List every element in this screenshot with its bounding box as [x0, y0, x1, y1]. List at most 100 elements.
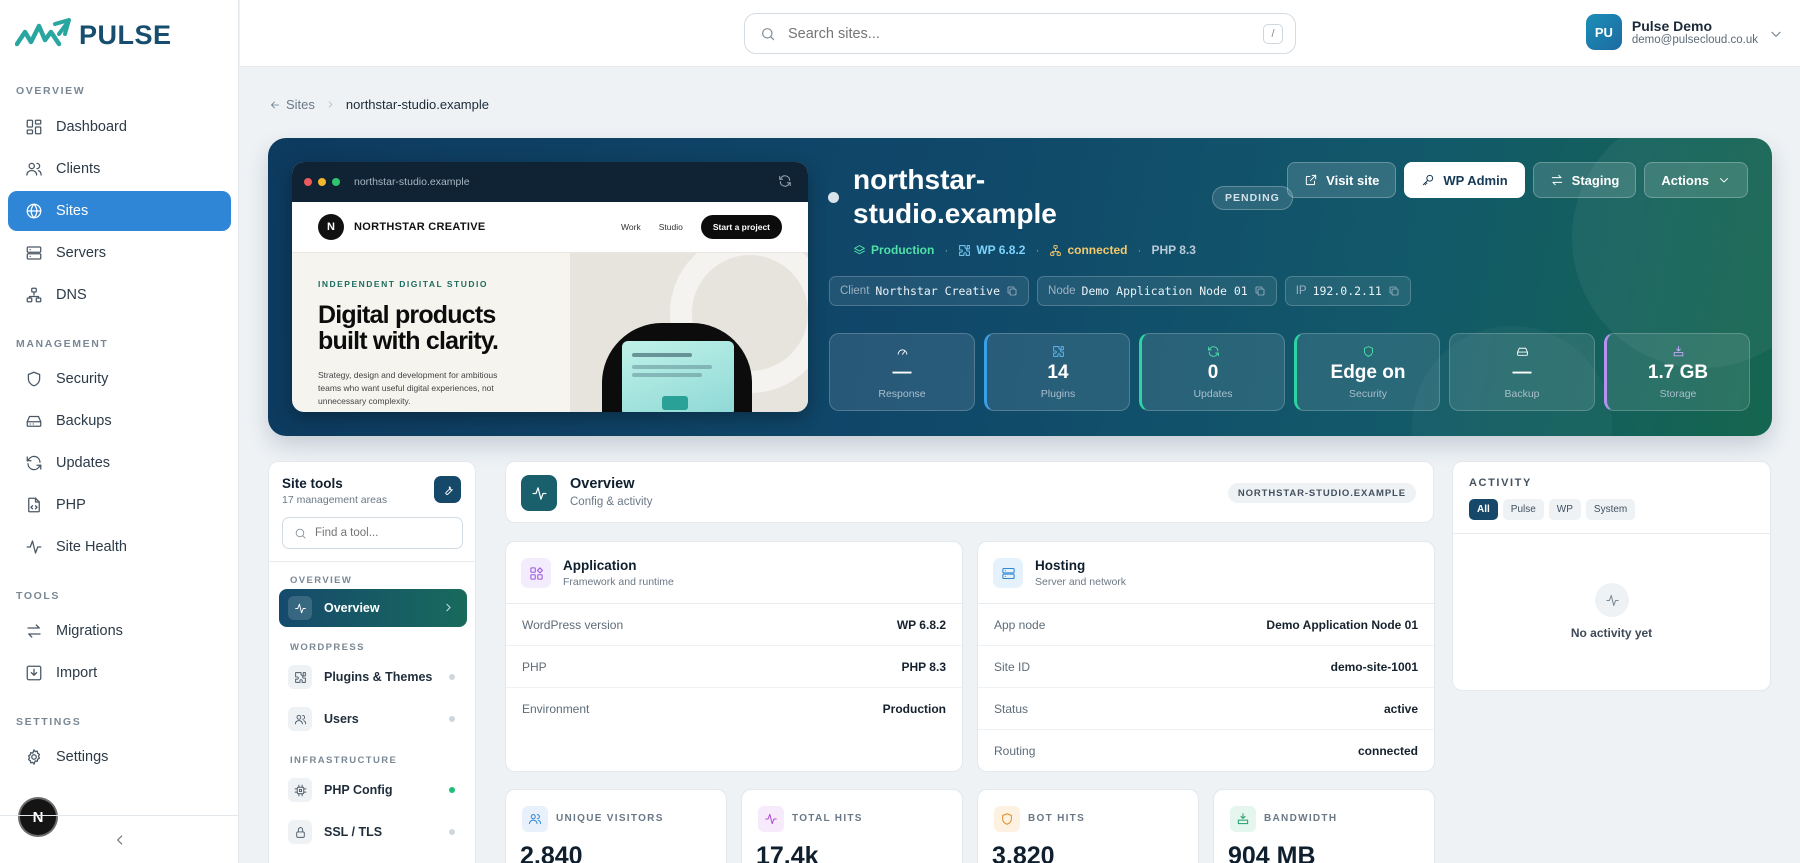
nav-item-settings[interactable]: Settings [8, 737, 231, 777]
window-dot-yellow [318, 178, 326, 186]
nav-item-servers[interactable]: Servers [8, 233, 231, 273]
metric-icon-box [758, 806, 784, 832]
metric-value: 3,820 [992, 842, 1055, 863]
activity-tab-all[interactable]: All [1469, 499, 1498, 520]
puzzle-icon [294, 671, 306, 683]
meta-wp-label: WP 6.8.2 [976, 243, 1026, 257]
tools-section-wordpress: WORDPRESS [290, 642, 365, 653]
tool-search[interactable] [282, 517, 463, 549]
preview-site-nav: N NORTHSTAR CREATIVE Work Studio Start a… [292, 202, 808, 253]
activity-icon [26, 540, 42, 554]
chip-value: Northstar Creative [875, 284, 1001, 298]
meta-wp: WP 6.8.2 [958, 243, 1025, 257]
refresh-preview-icon[interactable] [778, 174, 792, 188]
tool-item-plugins-themes[interactable]: Plugins & Themes [279, 658, 467, 696]
tools-section-infrastructure: INFRASTRUCTURE [290, 755, 398, 766]
brand-logo[interactable]: PULSE [15, 17, 172, 53]
preview-link: Studio [658, 222, 683, 232]
hard-drive-icon [1516, 347, 1528, 356]
stat-label: Plugins [1040, 387, 1076, 400]
gear-icon [27, 749, 41, 765]
activity-tab-pulse[interactable]: Pulse [1502, 499, 1544, 520]
metric-bot-hits: BOT HITS 3,820 [977, 789, 1199, 863]
nav-item-site-health[interactable]: Site Health [8, 527, 231, 567]
wp-admin-button[interactable]: WP Admin [1404, 162, 1525, 198]
copy-icon[interactable] [1388, 285, 1400, 297]
network-icon [26, 287, 42, 303]
nav-item-backups[interactable]: Backups [8, 401, 231, 441]
actions-dropdown[interactable]: Actions [1644, 162, 1748, 198]
activity-tab-system[interactable]: System [1585, 499, 1636, 520]
shield-icon [27, 371, 41, 387]
stat-storage[interactable]: 1.7 GB Storage [1604, 333, 1750, 411]
window-dot-green [332, 178, 340, 186]
hero-actions: Visit site WP Admin Staging Actions [1287, 162, 1748, 198]
metric-unique-visitors: UNIQUE VISITORS 2,840 [505, 789, 727, 863]
site-search[interactable]: / [744, 13, 1296, 54]
chip-ip[interactable]: IP 192.0.2.11 [1284, 276, 1411, 306]
stat-backup[interactable]: — Backup [1449, 333, 1595, 411]
site-title: northstar-studio.example [853, 164, 1057, 229]
preview-url: northstar-studio.example [354, 176, 470, 188]
tools-subtitle: 17 management areas [282, 494, 388, 506]
staging-button[interactable]: Staging [1532, 162, 1637, 198]
user-menu[interactable]: PU Pulse Demo demo@pulsecloud.co.uk [1585, 14, 1781, 50]
nav-item-php[interactable]: PHP [8, 485, 231, 525]
tool-search-input[interactable] [315, 527, 455, 539]
info-row: WordPress version WP 6.8.2 [506, 604, 962, 646]
nav-item-dashboard[interactable]: Dashboard [8, 107, 231, 147]
arrow-left-icon [271, 101, 279, 108]
tools-section-overview: OVERVIEW [290, 575, 353, 586]
nav-item-clients[interactable]: Clients [8, 149, 231, 189]
nav-item-migrations[interactable]: Migrations [8, 611, 231, 651]
nav-item-updates[interactable]: Updates [8, 443, 231, 483]
overview-domain-tag: NORTHSTAR-STUDIO.EXAMPLE [1227, 483, 1416, 503]
tool-item-ssl-tls[interactable]: SSL / TLS [279, 813, 467, 851]
preview-links: Work Studio Start a project [621, 215, 782, 239]
tool-item-php-config[interactable]: PHP Config [279, 771, 467, 809]
hosting-subtitle: Server and network [1035, 576, 1127, 588]
nav-item-dns[interactable]: DNS [8, 275, 231, 315]
tools-wrench-button[interactable] [434, 476, 461, 503]
tools-title: Site tools [282, 476, 343, 491]
stat-security[interactable]: Edge on Security [1294, 333, 1440, 411]
status-badge: PENDING [1212, 186, 1293, 210]
collapse-sidebar-button[interactable] [0, 815, 239, 863]
nav-item-import[interactable]: Import [8, 653, 231, 693]
copy-icon[interactable] [1254, 285, 1266, 297]
tool-label: Plugins & Themes [324, 670, 433, 684]
site-preview[interactable]: northstar-studio.example N NORTHSTAR CRE… [292, 162, 808, 412]
grid-icon [26, 119, 42, 135]
import-icon [26, 665, 42, 681]
activity-title: ACTIVITY [1469, 477, 1532, 489]
external-link-icon [1305, 174, 1317, 186]
copy-icon[interactable] [1006, 285, 1018, 297]
meta-connection: connected [1049, 243, 1127, 257]
info-row: Site ID demo-site-1001 [978, 646, 1434, 688]
chevron-right-icon [446, 603, 451, 612]
row-key: Environment [522, 702, 590, 716]
chip-label: IP [1295, 285, 1307, 297]
metric-icon-box [994, 806, 1020, 832]
breadcrumb-current: northstar-studio.example [345, 97, 489, 112]
search-input[interactable] [788, 25, 1228, 42]
meta-php: PHP 8.3 [1151, 243, 1196, 257]
preview-link: Work [621, 222, 641, 232]
breadcrumb-back[interactable]: Sites [269, 97, 315, 112]
nav-item-sites[interactable]: Sites [8, 191, 231, 231]
visit-site-button[interactable]: Visit site [1287, 162, 1397, 198]
stat-updates[interactable]: 0 Updates [1139, 333, 1285, 411]
stat-plugins[interactable]: 14 Plugins [984, 333, 1130, 411]
activity-panel: ACTIVITY All Pulse WP System No activity… [1452, 461, 1771, 691]
tool-item-users[interactable]: Users [279, 700, 467, 738]
divider [1453, 533, 1770, 534]
chip-node[interactable]: Node Demo Application Node 01 [1037, 276, 1277, 306]
row-key: Routing [994, 744, 1036, 758]
stat-response[interactable]: — Response [829, 333, 975, 411]
activity-tab-wp[interactable]: WP [1548, 499, 1581, 520]
nav-item-security[interactable]: Security [8, 359, 231, 399]
tool-icon-box [288, 778, 312, 802]
tool-item-overview[interactable]: Overview [279, 589, 467, 627]
chip-client[interactable]: Client Northstar Creative [829, 276, 1030, 306]
nav-label: DNS [56, 287, 87, 303]
